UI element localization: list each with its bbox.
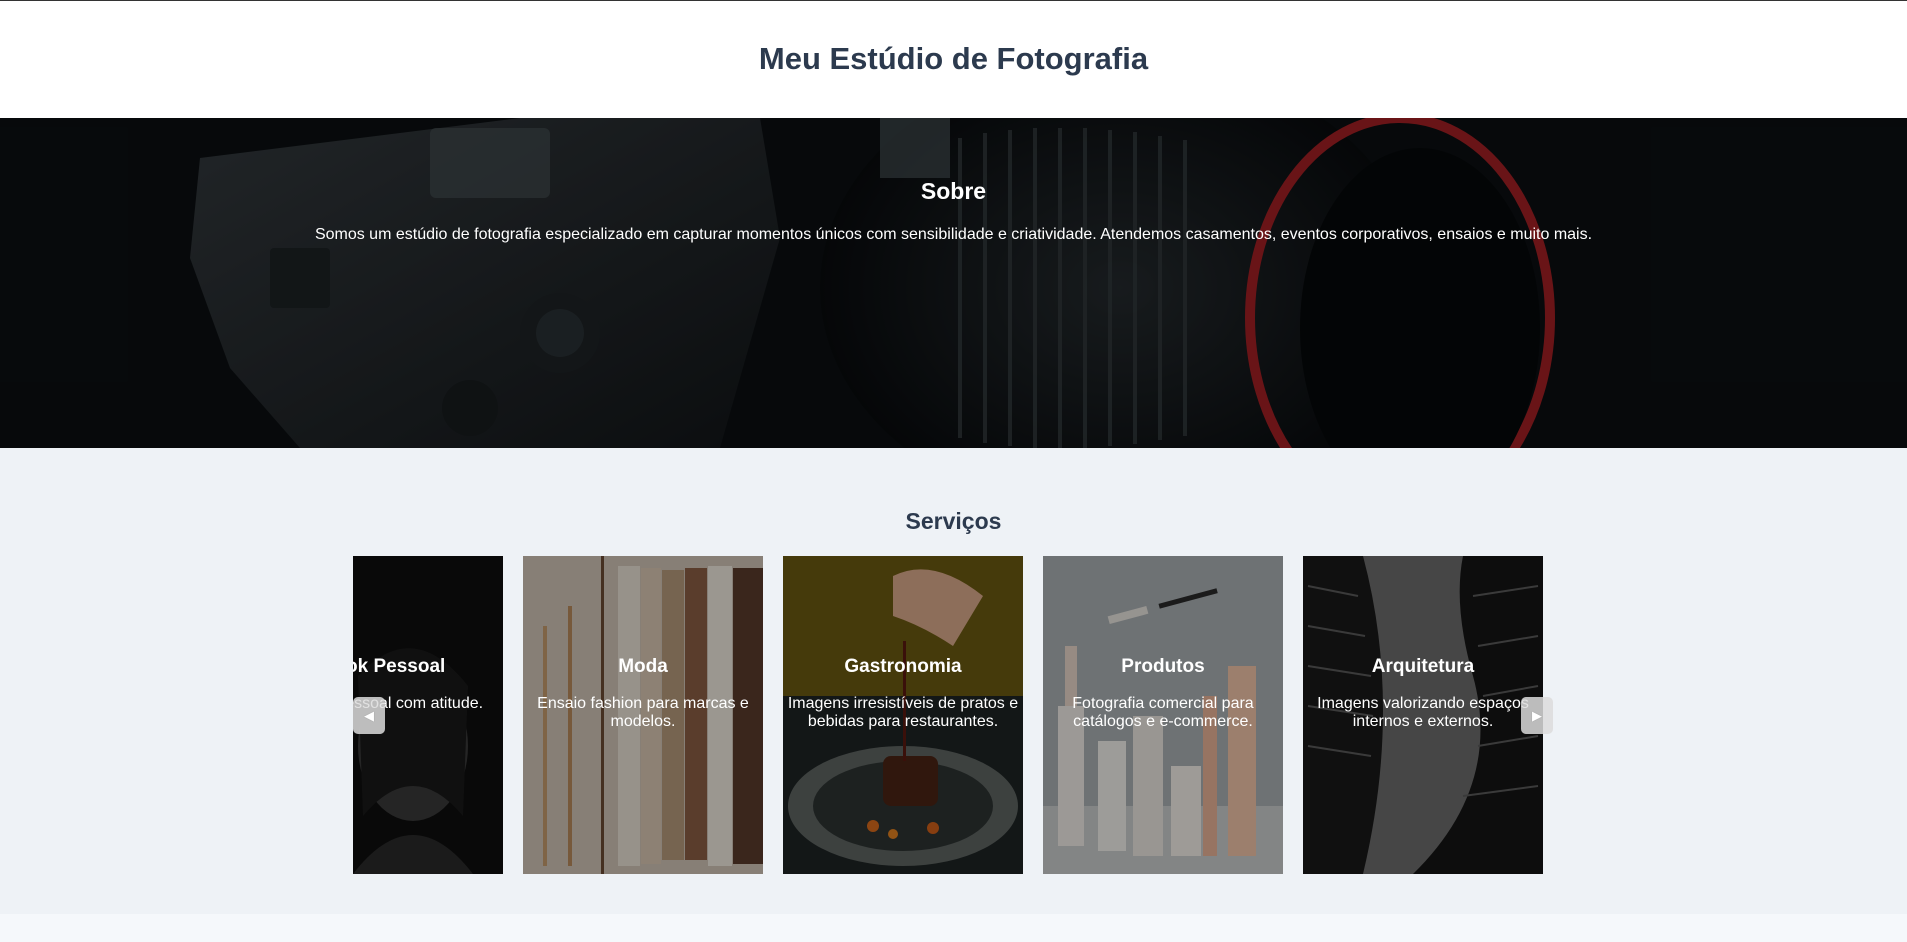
- card-title: Moda: [618, 656, 668, 677]
- site-title: Meu Estúdio de Fotografia: [758, 40, 1149, 76]
- site-header: Meu Estúdio de Fotografia: [0, 0, 1907, 118]
- card-title: Book Pessoal: [353, 656, 446, 677]
- about-title: Sobre: [920, 178, 987, 204]
- chevron-left-icon: ◀: [364, 707, 374, 723]
- page: Meu Estúdio de Fotografia Sobre Somos um…: [0, 0, 1907, 942]
- about-section: Sobre Somos um estúdio de fotografia esp…: [0, 118, 1907, 448]
- service-card-gastronomia[interactable]: Gastronomia Imagens irresistíveis de pra…: [783, 556, 1023, 874]
- carousel-prev-button[interactable]: ◀: [353, 697, 385, 734]
- services-carousel[interactable]: Book Pessoal Ensaio pessoal com atitude.: [353, 556, 1545, 874]
- about-text: Somos um estúdio de fotografia especiali…: [314, 226, 1593, 243]
- service-card-arquitetura[interactable]: Arquitetura Imagens valorizando espaços …: [1303, 556, 1543, 874]
- card-description: Imagens valorizando espaços internos e e…: [1317, 695, 1529, 730]
- services-section: Serviços Book Pessoal Ensaio pessoal com…: [0, 448, 1907, 914]
- about-overlay: [0, 118, 1907, 448]
- service-card-moda[interactable]: Moda Ensaio fashion para marcas e modelo…: [523, 556, 763, 874]
- card-description: Imagens irresistíveis de pratos e bebida…: [787, 695, 1019, 730]
- card-title: Arquitetura: [1371, 656, 1475, 677]
- carousel-next-button[interactable]: ▶: [1521, 697, 1553, 734]
- card-description: Ensaio fashion para marcas e modelos.: [537, 695, 749, 730]
- service-card-produtos[interactable]: Produtos Fotografia comercial para catál…: [1043, 556, 1283, 874]
- card-description: Fotografia comercial para catálogos e e-…: [1072, 695, 1254, 730]
- card-title: Gastronomia: [844, 656, 962, 677]
- footer-strip: [0, 914, 1907, 942]
- services-title: Serviços: [905, 508, 1002, 534]
- chevron-right-icon: ▶: [1532, 707, 1542, 723]
- card-title: Produtos: [1121, 656, 1205, 677]
